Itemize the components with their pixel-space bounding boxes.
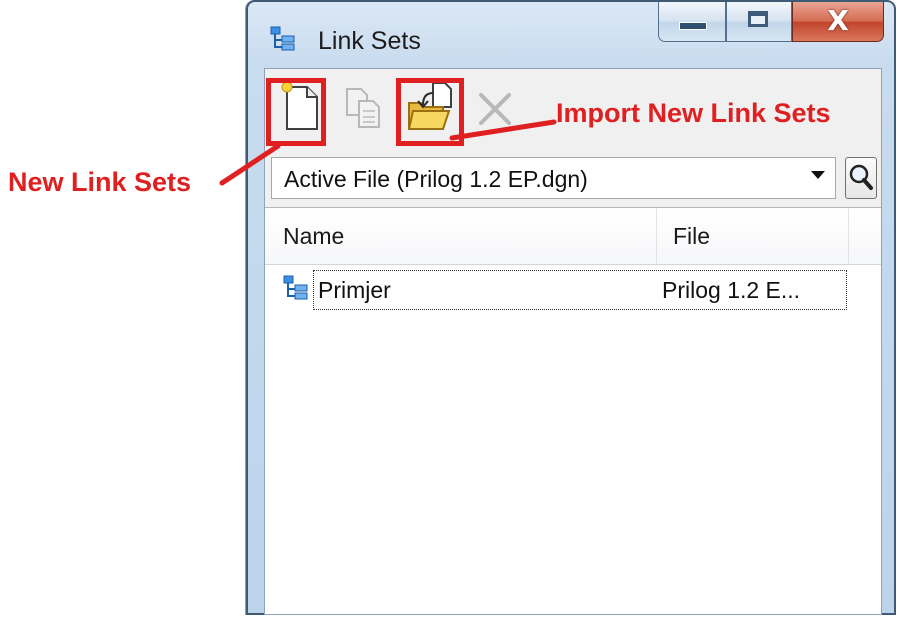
minimize-icon [679, 22, 707, 30]
copy-link-set-button[interactable] [337, 77, 393, 137]
link-sets-window: Link Sets X Active File (Prilog 1.2 EP.d… [246, 0, 896, 615]
column-label: File [673, 223, 711, 249]
cell-file: Prilog 1.2 E... [662, 277, 801, 303]
column-header-name[interactable]: Name [265, 208, 657, 264]
column-header-file[interactable]: File [657, 208, 849, 264]
column-header-filler [849, 208, 881, 264]
close-button[interactable]: X [792, 2, 884, 42]
list-header: Name File [265, 208, 881, 265]
new-link-sets-highlight [266, 78, 326, 146]
maximize-button[interactable] [726, 2, 792, 42]
row-focus-rectangle: Primjer Prilog 1.2 E... [313, 270, 847, 310]
delete-x-icon [479, 93, 511, 125]
minimize-button[interactable] [658, 2, 726, 42]
import-new-link-sets-callout: Import New Link Sets [556, 98, 831, 128]
cell-name: Primjer [318, 277, 391, 303]
search-button[interactable] [845, 157, 877, 199]
file-filter-dropdown[interactable]: Active File (Prilog 1.2 EP.dgn) [271, 157, 836, 199]
window-title: Link Sets [318, 27, 421, 55]
close-icon: X [827, 4, 849, 37]
chevron-down-icon[interactable] [811, 171, 825, 179]
column-label: Name [283, 223, 345, 249]
screenshot-stage: Link Sets X Active File (Prilog 1.2 EP.d… [0, 0, 905, 617]
copy-icon [346, 88, 380, 128]
link-set-tree-icon [283, 275, 309, 301]
window-client-area: Active File (Prilog 1.2 EP.dgn) Name Fil… [264, 68, 882, 615]
link-set-tree-icon [270, 26, 296, 52]
import-link-sets-highlight [396, 78, 464, 146]
link-sets-list[interactable]: Name File Primjer Prilog 1.2 E... [265, 207, 881, 614]
new-link-sets-callout: New Link Sets [8, 167, 192, 197]
magnifier-icon [849, 164, 873, 190]
list-item[interactable]: Primjer Prilog 1.2 E... [265, 270, 881, 310]
file-filter-value: Active File (Prilog 1.2 EP.dgn) [284, 166, 588, 192]
delete-link-set-button[interactable] [469, 77, 525, 137]
maximize-icon [748, 11, 768, 27]
title-bar[interactable]: Link Sets X [248, 2, 894, 68]
